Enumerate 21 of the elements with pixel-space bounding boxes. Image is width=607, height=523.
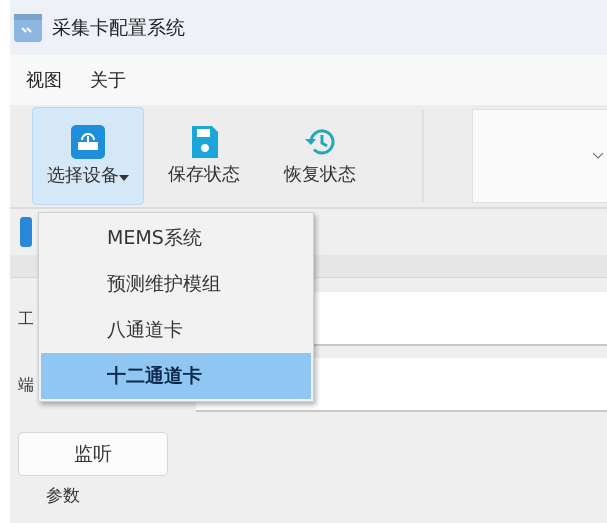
menu-option[interactable]: 八通道卡 xyxy=(41,307,311,353)
toolbar-button[interactable]: 保存状态 xyxy=(148,107,260,205)
field-label: 工 xyxy=(18,308,34,330)
app-icon xyxy=(14,14,42,42)
field-label: 端 xyxy=(18,374,34,396)
combo-box[interactable] xyxy=(472,109,607,203)
listen-button[interactable]: 监听 xyxy=(18,432,168,476)
menu-option[interactable]: 预测维护模组 xyxy=(41,261,311,307)
toolbar-button[interactable]: 选择设备 xyxy=(32,107,144,205)
toolbar-button[interactable]: 恢复状态 xyxy=(264,107,376,205)
menu-item[interactable]: 关于 xyxy=(90,64,126,96)
menu-item[interactable]: 视图 xyxy=(26,64,62,96)
group-title: 参数 xyxy=(45,485,80,507)
router-icon xyxy=(71,125,105,159)
save-icon xyxy=(190,126,218,158)
tab-indicator[interactable] xyxy=(20,217,32,247)
chevron-down-icon xyxy=(593,152,603,160)
window-title: 采集卡配置系统 xyxy=(52,16,185,40)
menu-option[interactable]: MEMS系统 xyxy=(41,215,311,261)
menu-option[interactable]: 十二通道卡 xyxy=(41,353,311,399)
caret-icon xyxy=(119,175,129,181)
